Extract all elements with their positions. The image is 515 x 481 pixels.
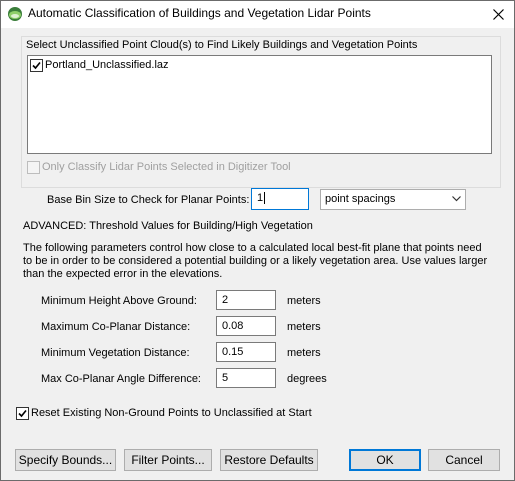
close-icon xyxy=(493,9,504,20)
min-height-value: 2 xyxy=(222,294,229,306)
text-caret xyxy=(264,192,266,205)
max-coplanar-distance-value: 0.08 xyxy=(222,320,244,332)
dialog-window: Automatic Classification of Buildings an… xyxy=(0,0,515,481)
filter-points-button[interactable]: Filter Points... xyxy=(124,449,212,471)
advanced-description-line: than the expected error in the elevation… xyxy=(23,268,223,280)
max-coplanar-distance-unit: meters xyxy=(287,321,321,333)
reset-points-label: Reset Existing Non-Ground Points to Uncl… xyxy=(31,407,312,419)
min-vegetation-distance-label: Minimum Vegetation Distance: xyxy=(41,347,190,359)
min-height-unit: meters xyxy=(287,295,321,307)
point-cloud-label: Select Unclassified Point Cloud(s) to Fi… xyxy=(26,39,418,51)
advanced-description-line: to be in order to be considered a potent… xyxy=(23,255,488,267)
title-bar: Automatic Classification of Buildings an… xyxy=(1,1,514,28)
max-angle-difference-unit: degrees xyxy=(287,373,327,385)
checkmark-icon xyxy=(18,409,27,418)
bin-size-label: Base Bin Size to Check for Planar Points… xyxy=(47,194,250,206)
chevron-down-icon xyxy=(452,196,461,202)
reset-points-checkbox[interactable] xyxy=(16,407,29,420)
checkmark-icon xyxy=(32,61,41,70)
only-selected-checkbox[interactable] xyxy=(27,161,40,174)
max-angle-difference-value: 5 xyxy=(222,372,229,384)
max-angle-difference-label: Max Co-Planar Angle Difference: xyxy=(41,373,201,385)
bin-size-unit-value: point spacings xyxy=(325,193,396,205)
bin-size-input[interactable]: 1 xyxy=(251,188,309,210)
point-cloud-list[interactable]: Portland_Unclassified.laz xyxy=(27,55,492,154)
window-title: Automatic Classification of Buildings an… xyxy=(28,6,371,20)
max-coplanar-distance-input[interactable]: 0.08 xyxy=(216,316,276,336)
only-selected-label: Only Classify Lidar Points Selected in D… xyxy=(42,161,291,173)
close-button[interactable] xyxy=(485,3,511,25)
min-vegetation-distance-value: 0.15 xyxy=(222,346,244,358)
specify-bounds-button[interactable]: Specify Bounds... xyxy=(15,449,116,471)
advanced-description-line: The following parameters control how clo… xyxy=(23,242,482,254)
point-cloud-name: Portland_Unclassified.laz xyxy=(45,59,169,71)
list-item[interactable]: Portland_Unclassified.laz xyxy=(30,59,230,73)
max-angle-difference-input[interactable]: 5 xyxy=(216,368,276,388)
min-height-input[interactable]: 2 xyxy=(216,290,276,310)
max-coplanar-distance-label: Maximum Co-Planar Distance: xyxy=(41,321,191,333)
min-height-label: Minimum Height Above Ground: xyxy=(41,295,197,307)
point-cloud-checkbox[interactable] xyxy=(30,59,43,72)
globe-app-icon xyxy=(7,6,23,22)
bin-size-value: 1 xyxy=(257,192,264,204)
bin-size-unit-select[interactable]: point spacings xyxy=(320,189,466,210)
min-vegetation-distance-input[interactable]: 0.15 xyxy=(216,342,276,362)
restore-defaults-button[interactable]: Restore Defaults xyxy=(220,449,318,471)
cancel-button[interactable]: Cancel xyxy=(428,449,500,471)
min-vegetation-distance-unit: meters xyxy=(287,347,321,359)
ok-button[interactable]: OK xyxy=(349,449,421,471)
advanced-heading: ADVANCED: Threshold Values for Building/… xyxy=(23,220,313,232)
